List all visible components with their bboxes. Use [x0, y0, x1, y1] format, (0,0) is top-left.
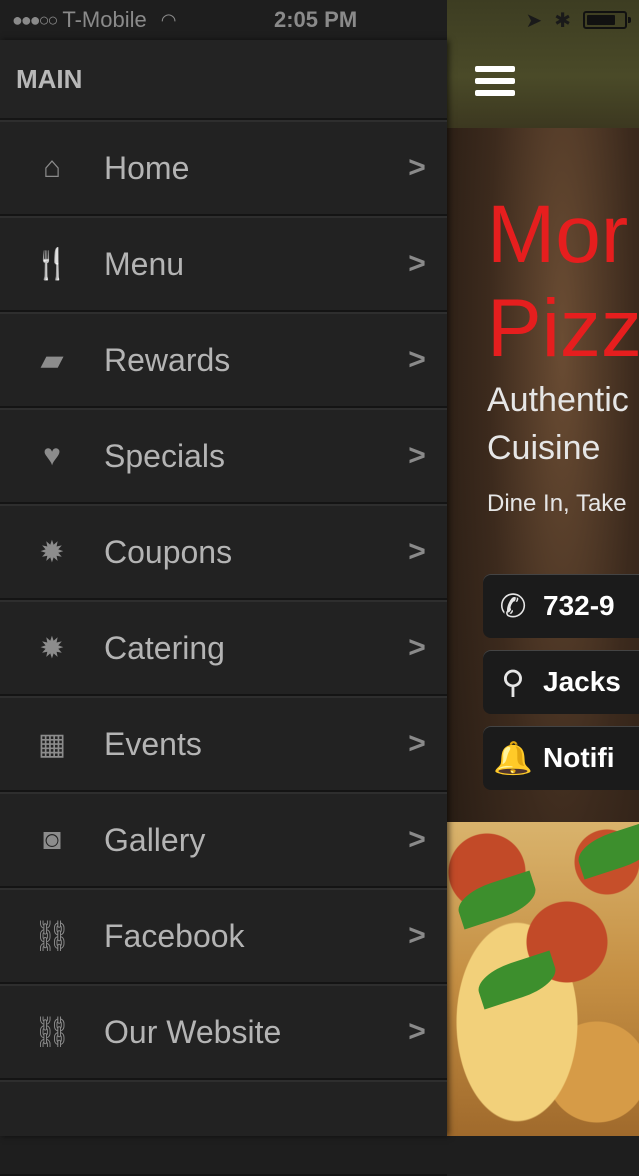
chevron-right-icon: >: [408, 727, 426, 760]
badge-icon: ✹: [39, 631, 65, 665]
bell-icon: 🔔: [493, 740, 533, 776]
chevron-right-icon: >: [408, 1015, 426, 1048]
sidebar-item-our-website[interactable]: ⛓ Our Website >: [0, 984, 447, 1080]
ticket-icon: ▰: [40, 343, 64, 377]
wifi-icon: ◠: [160, 9, 177, 30]
status-right: ➤ ✱: [525, 8, 631, 33]
sidebar-item-label: Events: [104, 725, 202, 762]
chevron-right-icon: >: [408, 151, 426, 184]
status-time: 2:05 PM: [274, 7, 358, 32]
chevron-right-icon: >: [408, 631, 426, 664]
basil-leaf: [453, 870, 541, 930]
badge-icon: ✹: [39, 535, 65, 569]
location-label: Jacks: [543, 666, 621, 697]
status-left: ●●●○○ T-Mobile ◠: [12, 7, 176, 33]
notifications-label: Notifi: [543, 742, 615, 773]
sidebar-item-events[interactable]: ▦ Events >: [0, 696, 447, 792]
fork-knife-icon: 🍴: [33, 247, 71, 281]
pizza-image: [447, 820, 639, 1136]
carrier-name: T-Mobile: [62, 7, 147, 32]
restaurant-subtitle: Authentic Cuisine: [487, 381, 629, 467]
main-content: Mor Pizz Authentic Cuisine Dine In, Take…: [447, 0, 639, 1136]
camera-icon: ◙: [42, 823, 62, 856]
sidebar-item-partial[interactable]: [0, 1080, 447, 1176]
location-arrow-icon: ➤: [525, 9, 543, 32]
sidebar-item-specials[interactable]: ♥ Specials >: [0, 408, 447, 504]
sidebar-item-home[interactable]: ⌂ Home >: [0, 120, 447, 216]
signal-strength-icon: ●●●○○: [12, 9, 58, 30]
sidebar-item-label: Rewards: [104, 341, 231, 378]
heart-icon: ♥: [43, 439, 61, 472]
location-button[interactable]: ⚲ Jacks: [483, 650, 639, 714]
sidebar-item-catering[interactable]: ✹ Catering >: [0, 600, 447, 696]
status-bar: ●●●○○ T-Mobile ◠ 2:05 PM ➤ ✱: [0, 0, 639, 40]
sidebar-item-label: Catering: [104, 629, 225, 666]
sidebar-item-label: Coupons: [104, 533, 233, 570]
calendar-icon: ▦: [37, 727, 67, 761]
basil-leaf: [473, 950, 561, 1010]
sidebar-item-coupons[interactable]: ✹ Coupons >: [0, 504, 447, 600]
sidebar-item-label: Gallery: [104, 821, 206, 858]
bluetooth-icon: ✱: [554, 9, 571, 32]
service-note: Dine In, Take: [487, 490, 627, 517]
battery-icon: [583, 11, 631, 29]
link-icon: ⛓: [32, 919, 72, 953]
side-drawer: MAIN ⌂ Home > 🍴 Menu > ▰ Rewards > ♥ Spe…: [0, 40, 447, 1176]
chevron-right-icon: >: [408, 535, 426, 568]
chevron-right-icon: >: [408, 439, 426, 472]
sidebar-item-rewards[interactable]: ▰ Rewards >: [0, 312, 447, 408]
chevron-right-icon: >: [408, 919, 426, 952]
sidebar-item-label: Menu: [104, 245, 185, 282]
call-button[interactable]: ✆ 732-9: [483, 574, 639, 638]
chevron-right-icon: >: [408, 343, 426, 376]
notifications-button[interactable]: 🔔 Notifi: [483, 726, 639, 790]
phone-number: 732-9: [543, 590, 615, 621]
sidebar-item-facebook[interactable]: ⛓ Facebook >: [0, 888, 447, 984]
hamburger-menu-icon[interactable]: [475, 66, 515, 96]
sidebar-item-label: Home: [104, 149, 190, 186]
sidebar-item-gallery[interactable]: ◙ Gallery >: [0, 792, 447, 888]
phone-icon: ✆: [499, 588, 527, 624]
chevron-right-icon: >: [408, 823, 426, 856]
sidebar-item-menu[interactable]: 🍴 Menu >: [0, 216, 447, 312]
basil-leaf: [573, 820, 639, 880]
sidebar-item-label: Specials: [104, 437, 225, 474]
restaurant-title: Mor Pizz: [487, 189, 639, 374]
sidebar-item-label: Our Website: [104, 1013, 282, 1050]
sidebar-item-label: Facebook: [104, 917, 245, 954]
chevron-right-icon: >: [408, 247, 426, 280]
map-pin-icon: ⚲: [501, 664, 525, 700]
drawer-header: MAIN: [0, 40, 447, 120]
link-icon: ⛓: [32, 1015, 72, 1049]
home-icon: ⌂: [42, 151, 62, 184]
